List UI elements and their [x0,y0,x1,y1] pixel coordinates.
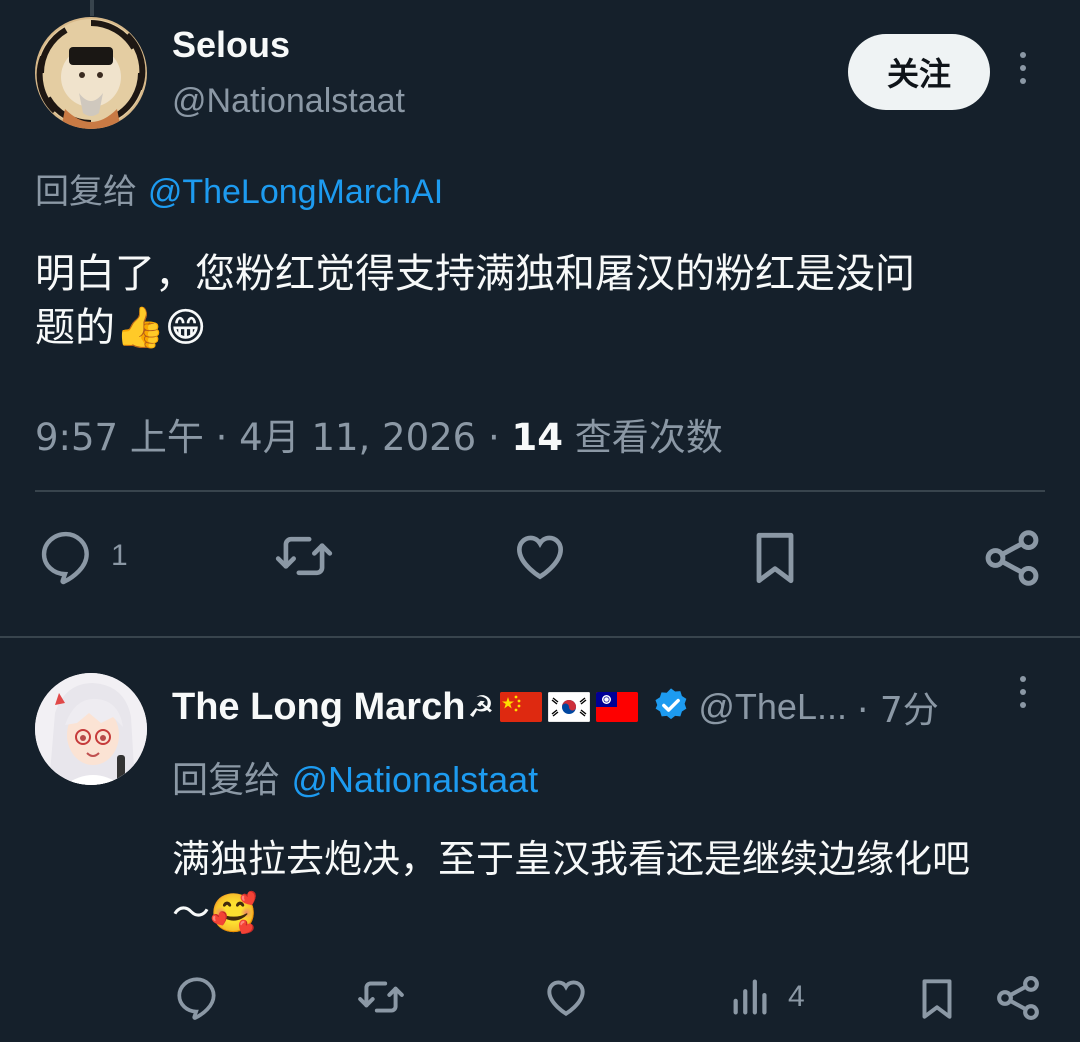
tweet-text: 满独拉去炮决，至于皇汉我看还是继续边缘化吧 ～🥰 [172,832,1042,940]
reply-icon [41,531,89,585]
more-icon[interactable] [1010,52,1036,92]
like-icon [517,535,563,580]
reply-button[interactable]: 1 [35,525,128,587]
retweet-button[interactable] [271,525,337,587]
tweet-text-line: ～🥰 [172,891,258,935]
retweet-icon [275,536,333,576]
tweet-text-line: 满独拉去炮决，至于皇汉我看还是继续边缘化吧 [172,837,971,881]
bookmark-icon [922,979,952,1019]
retweet-button[interactable] [354,972,408,1022]
reply-to-mention[interactable]: @TheLongMarchAI [148,173,443,211]
reply-button[interactable] [172,972,222,1022]
like-button[interactable] [508,525,572,587]
follow-button[interactable]: 关注 [848,34,990,110]
flag-taiwan-icon [596,692,639,722]
retweet-icon [358,981,404,1013]
share-icon [985,530,1039,586]
reply-context: 回复给 @Nationalstaat [172,751,538,803]
like-button[interactable] [540,972,592,1022]
bookmark-button[interactable] [743,525,807,591]
reply-context: 回复给 @TheLongMarchAI [35,164,443,213]
meta-separator: · [488,416,500,459]
author-name[interactable]: Selous [172,24,290,66]
reply-to-prefix: 回复给 [172,760,281,801]
action-bar: 1 [35,525,1045,591]
author-handle[interactable]: @Nationalstaat [172,82,405,121]
flag-korea-icon [548,692,591,722]
views-icon [733,979,767,1015]
verified-badge-icon[interactable] [652,686,690,729]
avatar[interactable] [35,17,147,129]
reply-header: The Long March ☭ @TheL... · 7分 [172,681,939,733]
share-button[interactable] [992,972,1044,1024]
reply-to-prefix: 回复给 [35,172,137,212]
tweet-text-line: 明白了，您粉红觉得支持满独和屠汉的粉红是没问 [35,251,915,297]
share-icon [997,976,1039,1020]
action-bar: 4 [172,972,1042,1032]
bookmark-icon [756,532,794,584]
views-button[interactable]: 4 [728,972,805,1022]
reply-icon [177,977,216,1020]
tweet-date[interactable]: 4月 11, 2026 [239,416,476,459]
tweet-time[interactable]: 9:57 上午 [35,416,204,459]
views-count: 14 [511,416,564,459]
author-name[interactable]: The Long March [172,686,465,729]
tweet-meta: 9:57 上午 · 4月 11, 2026 · 14 查看次数 [35,407,723,461]
tweet-text: 明白了，您粉红觉得支持满独和屠汉的粉红是没问 题的👍😁 [35,247,1045,355]
tweet-text-line: 题的👍😁 [35,305,207,351]
more-icon[interactable] [1010,676,1036,716]
tweet-time[interactable]: · 7分 [857,681,939,733]
like-icon [547,980,585,1016]
avatar[interactable] [35,673,147,785]
thread-line [90,0,94,16]
emblem-icon: ☭ [467,689,495,725]
reply-to-mention[interactable]: @Nationalstaat [291,759,538,800]
views-label: 查看次数 [574,416,723,459]
meta-separator: · [215,416,228,459]
divider [35,490,1045,492]
divider [0,636,1080,638]
bookmark-button[interactable] [912,972,962,1026]
reply-count: 1 [111,539,128,572]
author-handle[interactable]: @TheL... [698,686,847,728]
views-count: 4 [788,980,805,1013]
share-button[interactable] [979,525,1045,591]
avatar-anime-girl-icon [35,673,147,785]
avatar-sun-wheel-icon [36,19,146,129]
flag-china-icon [500,692,543,722]
